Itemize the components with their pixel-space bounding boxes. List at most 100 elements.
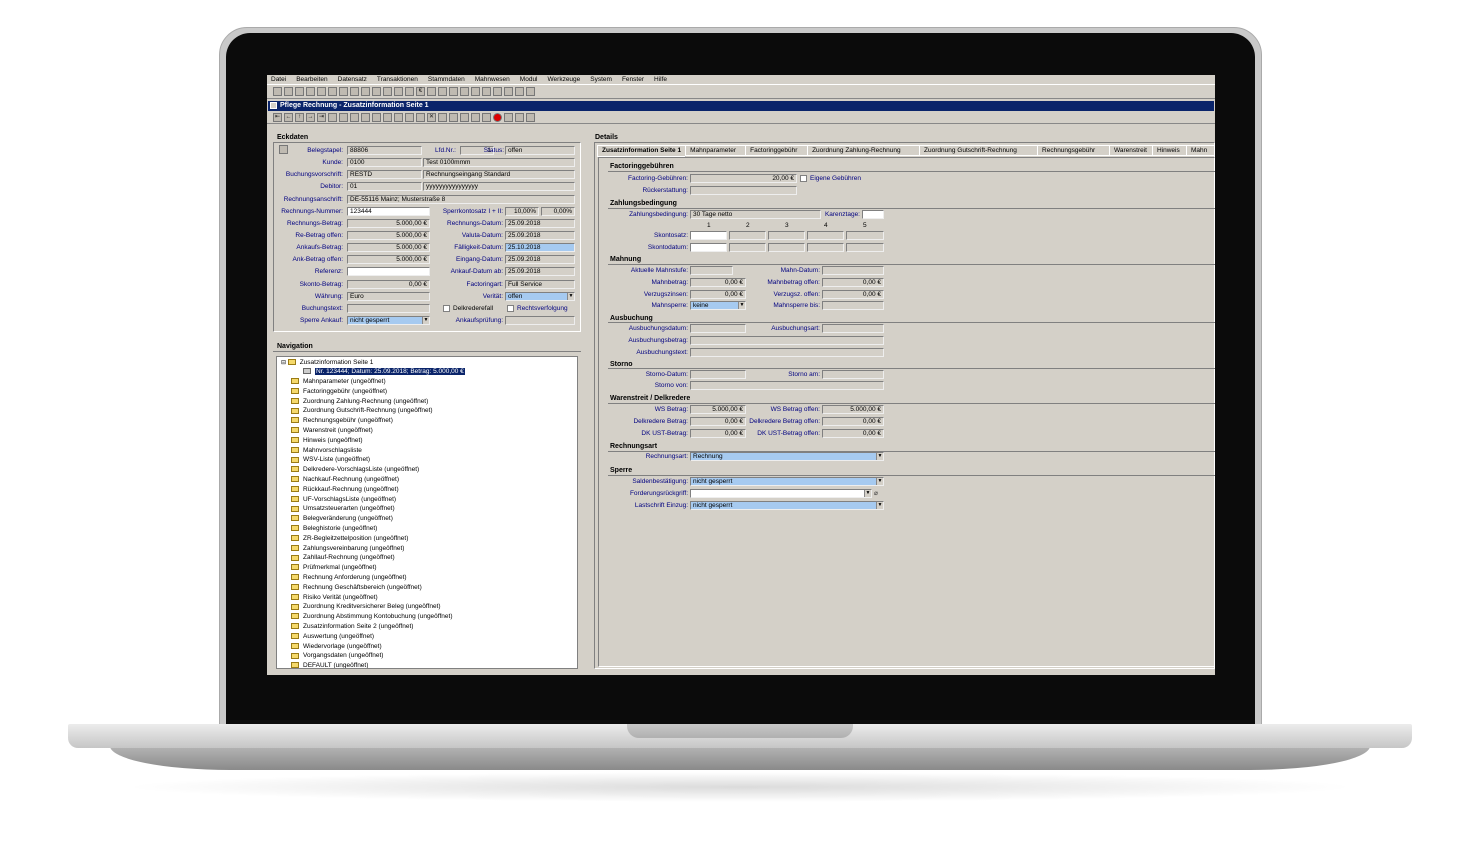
chart-icon[interactable] — [350, 87, 359, 96]
skontosatz-3-field[interactable] — [768, 231, 805, 240]
lastschrift-select[interactable]: nicht gesperrt ▼ — [690, 501, 884, 510]
tree-selected-record[interactable]: Nr. 123444; Datum: 25.09.2018; Betrag: 5… — [303, 367, 465, 377]
tab-warenstreit[interactable]: Warenstreit — [1109, 145, 1153, 156]
new-icon[interactable] — [339, 112, 348, 122]
rechnungsdatum-field[interactable]: 25.09.2018 — [505, 219, 575, 228]
storno-datum-field[interactable] — [690, 370, 746, 379]
ankaufsbetrag-field[interactable]: 5.000,00 € — [347, 243, 430, 252]
rueckerstattung-field[interactable] — [690, 186, 797, 195]
kunde-field[interactable]: 0100 — [347, 158, 422, 167]
buchungstext-field[interactable] — [347, 304, 430, 313]
color-icon[interactable] — [416, 112, 425, 122]
tree-item[interactable]: UF-VorschlagsListe (ungeöffnet) — [291, 495, 396, 505]
print-icon[interactable] — [273, 87, 282, 96]
filter-icon[interactable] — [460, 87, 469, 96]
building-icon[interactable] — [405, 87, 414, 96]
tree-item[interactable]: Nachkauf-Rechnung (ungeöffnet) — [291, 475, 399, 485]
menu-werkzeuge[interactable]: Werkzeuge — [548, 76, 581, 83]
info-icon[interactable] — [438, 87, 447, 96]
tab-hinweis[interactable]: Hinweis — [1151, 145, 1187, 156]
tree-item[interactable]: Umsatzsteuerarten (ungeöffnet) — [291, 504, 395, 514]
tree-item[interactable]: Hinweis (ungeöffnet) — [291, 436, 363, 446]
storno-am-field[interactable] — [822, 370, 884, 379]
menu-hilfe[interactable]: Hilfe — [654, 76, 667, 83]
form-icon[interactable] — [394, 112, 403, 122]
link-icon[interactable] — [449, 112, 458, 122]
tree-item[interactable]: WSV-Liste (ungeöffnet) — [291, 455, 370, 465]
eingang-field[interactable]: 25.09.2018 — [505, 255, 575, 264]
faelligkeit-field[interactable]: 25.10.2018 — [505, 243, 575, 252]
exchange-icon[interactable] — [427, 87, 436, 96]
last-record-icon[interactable]: ⇥ — [317, 112, 326, 122]
document-icon[interactable] — [361, 87, 370, 96]
tree-item[interactable]: Rechnungsgebühr (ungeöffnet) — [291, 416, 393, 426]
tree-item[interactable]: Beleghistorie (ungeöffnet) — [291, 524, 377, 534]
euro-icon[interactable]: € — [416, 87, 425, 96]
skontodatum-4-field[interactable] — [807, 243, 844, 252]
rechnungsbetrag-field[interactable]: 5.000,00 € — [347, 219, 430, 228]
mahnbetrag-field[interactable]: 0,00 € — [690, 278, 746, 287]
paste-icon[interactable] — [372, 112, 381, 122]
verzugszinsen-field[interactable]: 0,00 € — [690, 290, 746, 299]
tab-zusatzinformation-seite-1[interactable]: Zusatzinformation Seite 1 — [597, 145, 687, 157]
menu-mahnwesen[interactable]: Mahnwesen — [475, 76, 510, 83]
page-icon[interactable] — [482, 112, 491, 122]
menu-datensatz[interactable]: Datensatz — [338, 76, 367, 83]
exit-icon[interactable] — [526, 87, 535, 96]
ankbetrag-offen-field[interactable]: 5.000,00 € — [347, 255, 430, 264]
tree-item[interactable]: Zuordnung Gutschrift-Rechnung (ungeöffne… — [291, 406, 433, 416]
menu-transaktionen[interactable]: Transaktionen — [377, 76, 418, 83]
debitor-field[interactable]: 01 — [347, 182, 422, 191]
tree-item[interactable]: Zuordnung Zahlung-Rechnung (ungeöffnet) — [291, 397, 428, 407]
chevron-down-icon[interactable]: ▼ — [422, 317, 429, 324]
edit-icon[interactable] — [383, 112, 392, 122]
chevron-down-icon[interactable]: ▼ — [876, 502, 883, 509]
tree-item[interactable]: Mahnparameter (ungeöffnet) — [291, 377, 386, 387]
skonto-field[interactable]: 0,00 € — [347, 280, 430, 289]
ausbuchungsdatum-field[interactable] — [690, 324, 746, 333]
ausbuchungsbetrag-field[interactable] — [690, 336, 884, 345]
anschrift-field[interactable]: DE-55116 Mainz; Musterstraße 8 — [347, 195, 575, 204]
tab-mahnparameter[interactable]: Mahnparameter — [685, 145, 747, 156]
prev-record-icon[interactable]: ← — [284, 112, 293, 122]
skontodatum-5-field[interactable] — [846, 243, 884, 252]
sperrkontosatz-1-field[interactable]: 10,00% — [505, 207, 539, 216]
tab-zuordnung-gutschrift-rechnung[interactable]: Zuordnung Gutschrift-Rechnung — [919, 145, 1039, 156]
tree-item[interactable]: Zuordnung Kreditversicherer Beleg (ungeö… — [291, 602, 441, 612]
chevron-down-icon[interactable]: ▼ — [567, 293, 574, 300]
tree-item[interactable]: Risiko Verität (ungeöffnet) — [291, 593, 378, 603]
ws-betrag-offen-field[interactable]: 5.000,00 € — [822, 405, 884, 414]
valuta-field[interactable]: 25.09.2018 — [505, 231, 575, 240]
mahnstufe-field[interactable] — [690, 266, 733, 275]
clear-icon[interactable]: ⌀ — [874, 489, 878, 497]
skontosatz-4-field[interactable] — [807, 231, 844, 240]
menu-modul[interactable]: Modul — [520, 76, 538, 83]
tree-item[interactable]: Rechnung Anforderung (ungeöffnet) — [291, 573, 407, 583]
edit-record-icon[interactable] — [279, 145, 288, 154]
ankaufdatum-field[interactable]: 25.09.2018 — [505, 267, 575, 276]
menu-system[interactable]: System — [590, 76, 612, 83]
menu-fenster[interactable]: Fenster — [622, 76, 644, 83]
bank-icon[interactable] — [328, 87, 337, 96]
rechnungsart-select[interactable]: Rechnung ▼ — [690, 452, 884, 461]
database-icon[interactable] — [306, 87, 315, 96]
tree-item[interactable]: Belegveränderung (ungeöffnet) — [291, 514, 393, 524]
mahnsperre-bis-field[interactable] — [822, 301, 884, 310]
rechnungsnummer-field[interactable]: 123444 — [347, 207, 430, 216]
tab-zuordnung-zahlung-rechnung[interactable]: Zuordnung Zahlung-Rechnung — [807, 145, 921, 156]
factoringart-field[interactable]: Full Service — [505, 280, 575, 289]
waehrung-field[interactable]: Euro — [347, 292, 430, 301]
menu-datei[interactable]: Datei — [271, 76, 286, 83]
rebetrag-offen-field[interactable]: 5.000,00 € — [347, 231, 430, 240]
delkrederefall-checkbox[interactable] — [443, 305, 450, 312]
refresh-icon[interactable] — [328, 112, 337, 122]
ws-betrag-field[interactable]: 5.000,00 € — [690, 405, 746, 414]
print-record-icon[interactable] — [405, 112, 414, 122]
zahlungsbedingung-field[interactable]: 30 Tage netto — [690, 210, 821, 219]
report-icon[interactable] — [515, 112, 524, 122]
save-icon[interactable] — [350, 112, 359, 122]
skontosatz-5-field[interactable] — [846, 231, 884, 240]
chevron-down-icon[interactable]: ▼ — [738, 302, 745, 309]
first-record-icon[interactable]: ⇤ — [273, 112, 282, 122]
tree-item[interactable]: Rechnung Geschäftsbereich (ungeöffnet) — [291, 583, 422, 593]
